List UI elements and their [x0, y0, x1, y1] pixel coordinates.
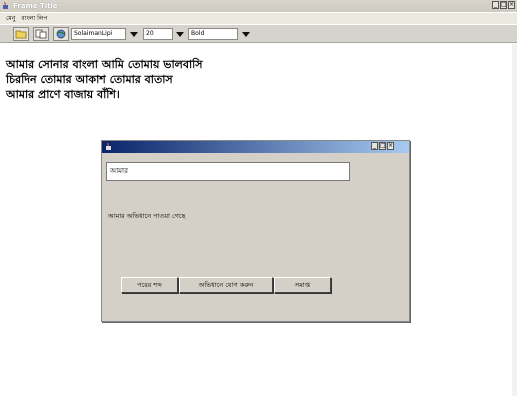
dialog-minimize-button[interactable]: _	[371, 142, 378, 150]
java-cup-icon	[3, 2, 8, 9]
dialog-close-button[interactable]: ×	[387, 142, 394, 150]
minimize-button[interactable]: _	[492, 1, 499, 9]
open-button[interactable]	[13, 27, 29, 41]
vertical-scrollbar[interactable]	[512, 44, 517, 396]
window-title: Frame Title	[13, 2, 58, 10]
globe-icon	[56, 29, 66, 39]
window-titlebar[interactable]: Frame Title _ □ ×	[0, 0, 517, 12]
font-family-dropdown[interactable]	[128, 28, 140, 40]
copy-button[interactable]	[33, 27, 49, 41]
editor-line: আমার প্রাণে বাজায় বাঁশি।	[6, 88, 120, 101]
chevron-down-icon	[242, 31, 250, 37]
font-style-select[interactable]: Bold	[188, 28, 238, 40]
chevron-down-icon	[130, 31, 138, 37]
dialog-maximize-button[interactable]: □	[379, 142, 386, 150]
main-window: Frame Title _ □ × মেনু বাংলা লিপ Solaima…	[0, 0, 517, 396]
chevron-down-icon	[176, 31, 184, 37]
spellcheck-button[interactable]	[53, 27, 69, 41]
dialog-titlebar[interactable]: _ □ ×	[102, 141, 409, 153]
maximize-button[interactable]: □	[500, 1, 507, 9]
menu-item-menu[interactable]: মেনু	[6, 13, 15, 24]
folder-icon	[15, 30, 27, 39]
close-button[interactable]: ×	[508, 1, 515, 9]
toolbar: SolaimanLipi 20 Bold	[0, 25, 517, 43]
next-word-button[interactable]: পরের শব্দ	[121, 277, 178, 293]
font-style-dropdown[interactable]	[240, 28, 252, 40]
copy-icon	[35, 29, 47, 39]
menu-item-bangla-script[interactable]: বাংলা লিপ	[21, 13, 47, 24]
done-button[interactable]: সমাপ্ত	[274, 277, 331, 293]
java-cup-icon	[106, 143, 111, 150]
font-size-select[interactable]: 20	[143, 28, 173, 40]
font-family-select[interactable]: SolaimanLipi	[71, 28, 126, 40]
add-to-dictionary-button[interactable]: অভিধানে যোগ করুন	[179, 277, 273, 293]
menubar: মেনু বাংলা লিপ	[0, 13, 517, 24]
spellcheck-dialog: _ □ × আমার আমার অভিধানে পাওয়া গেছে পরের…	[101, 140, 410, 322]
word-input[interactable]: আমার	[106, 162, 350, 181]
font-size-dropdown[interactable]	[174, 28, 186, 40]
status-message: আমার অভিধানে পাওয়া গেছে	[108, 212, 186, 220]
